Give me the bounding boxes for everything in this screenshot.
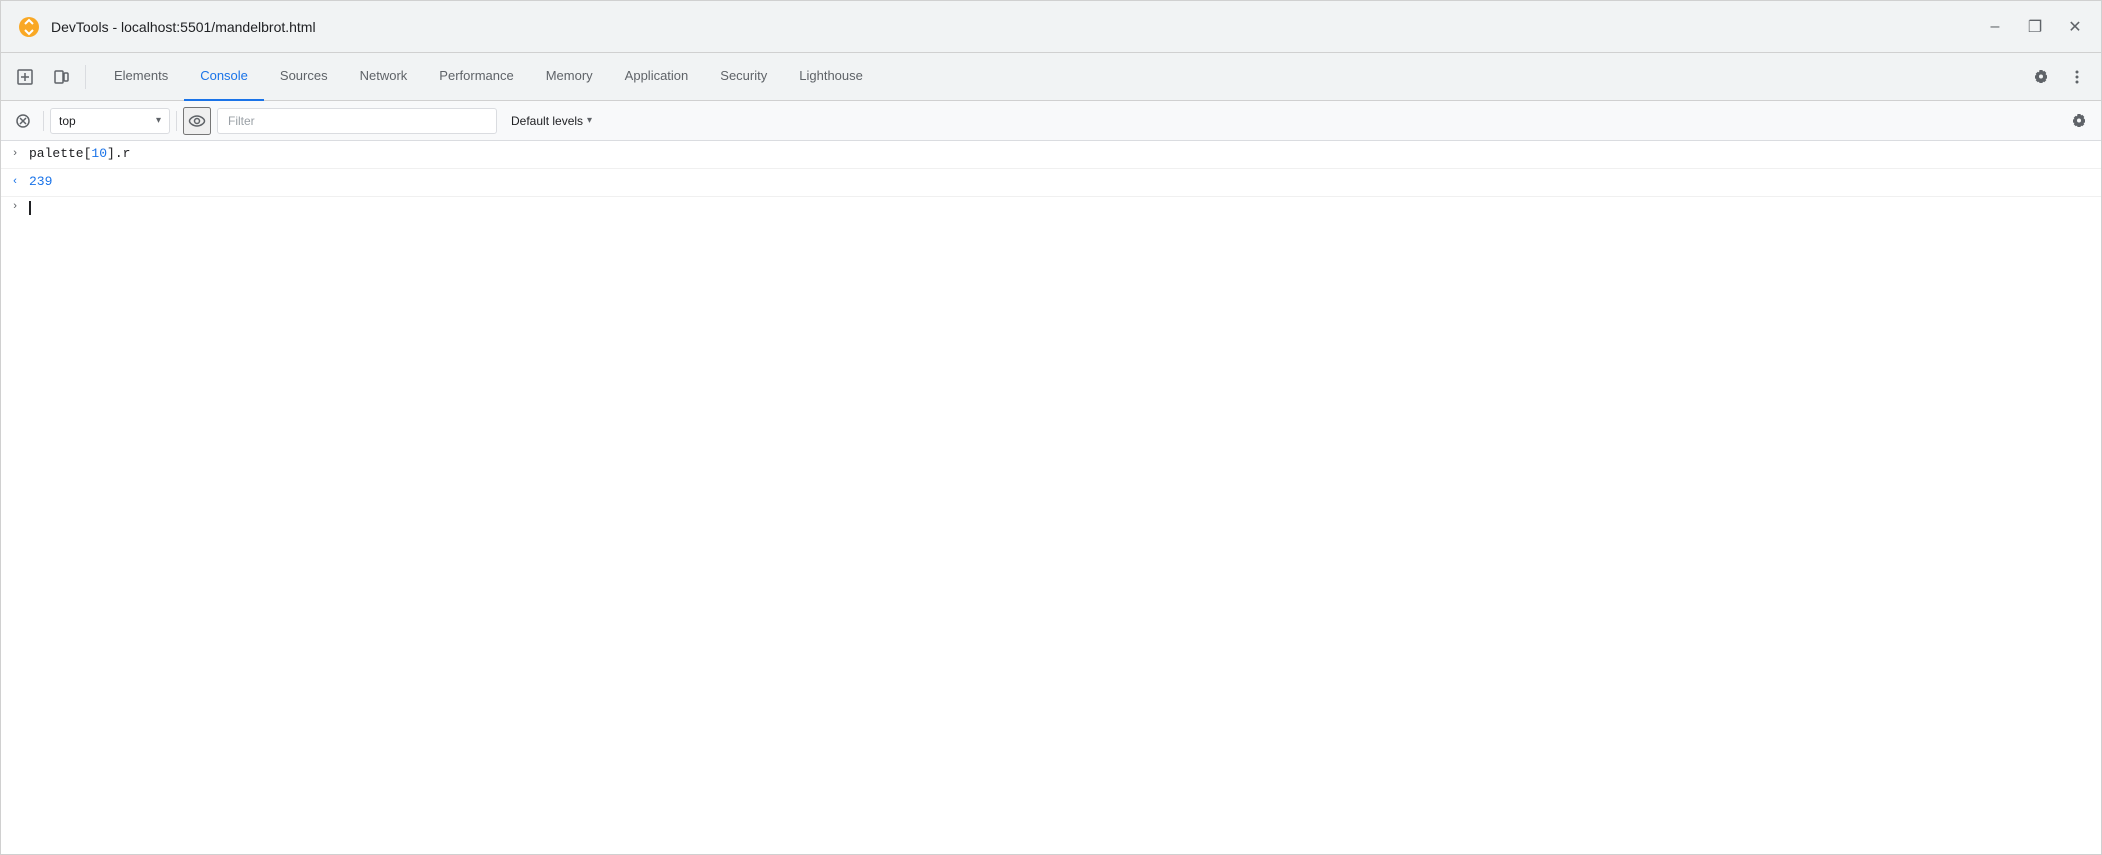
tab-lighthouse[interactable]: Lighthouse <box>783 53 879 101</box>
toolbar-right-icons <box>2025 61 2093 93</box>
clear-console-button[interactable] <box>9 107 37 135</box>
entry-content: palette[10].r <box>29 145 2093 163</box>
tab-security[interactable]: Security <box>704 53 783 101</box>
toolbar-divider <box>85 65 86 89</box>
toolbar-left-icons <box>9 61 90 93</box>
device-toolbar-button[interactable] <box>45 61 77 93</box>
tab-elements[interactable]: Elements <box>98 53 184 101</box>
title-bar: DevTools - localhost:5501/mandelbrot.htm… <box>1 1 2101 53</box>
main-toolbar: Elements Console Sources Network Perform… <box>1 53 2101 101</box>
console-cursor <box>29 201 31 215</box>
entry-return-arrow[interactable]: ‹ <box>1 173 29 190</box>
output-number: 239 <box>29 174 52 189</box>
levels-dropdown-arrow: ▾ <box>587 115 592 126</box>
levels-label: Default levels <box>511 114 583 128</box>
tab-application[interactable]: Application <box>609 53 705 101</box>
console-prompt-symbol: › <box>1 201 29 213</box>
console-settings-button[interactable] <box>2065 107 2093 135</box>
entry-output-value: 239 <box>29 173 2093 191</box>
minimize-button[interactable]: – <box>1985 17 2005 37</box>
context-selector[interactable]: top ▾ <box>50 108 170 134</box>
tab-performance[interactable]: Performance <box>423 53 529 101</box>
tab-memory[interactable]: Memory <box>530 53 609 101</box>
console-divider-2 <box>176 111 177 131</box>
devtools-icon <box>17 15 41 39</box>
filter-input[interactable] <box>217 108 497 134</box>
settings-button[interactable] <box>2025 61 2057 93</box>
entry-expand-arrow[interactable]: › <box>1 145 29 162</box>
tabs-container: Elements Console Sources Network Perform… <box>98 53 2025 101</box>
inspect-element-button[interactable] <box>9 61 41 93</box>
console-entry-output: ‹ 239 <box>1 169 2101 197</box>
window-title: DevTools - localhost:5501/mandelbrot.htm… <box>51 19 1985 35</box>
maximize-button[interactable]: ❐ <box>2025 17 2045 37</box>
entry-index: 10 <box>91 146 107 161</box>
console-toolbar: top ▾ Default levels ▾ <box>1 101 2101 141</box>
levels-selector[interactable]: Default levels ▾ <box>503 108 600 134</box>
devtools-window: DevTools - localhost:5501/mandelbrot.htm… <box>0 0 2102 855</box>
tab-sources[interactable]: Sources <box>264 53 344 101</box>
console-divider-1 <box>43 111 44 131</box>
close-button[interactable]: ✕ <box>2065 17 2085 37</box>
context-dropdown-arrow: ▾ <box>156 115 161 126</box>
tab-console[interactable]: Console <box>184 53 264 101</box>
entry-text-palette: palette <box>29 146 84 161</box>
entry-bracket-close-prop: ].r <box>107 146 130 161</box>
more-tools-button[interactable] <box>2061 61 2093 93</box>
tab-network[interactable]: Network <box>344 53 424 101</box>
window-controls: – ❐ ✕ <box>1985 17 2085 37</box>
context-label: top <box>59 114 152 128</box>
live-expressions-button[interactable] <box>183 107 211 135</box>
console-output: › palette[10].r ‹ 239 › <box>1 141 2101 854</box>
console-entry-input: › palette[10].r <box>1 141 2101 169</box>
console-input-line[interactable]: › <box>1 197 2101 225</box>
